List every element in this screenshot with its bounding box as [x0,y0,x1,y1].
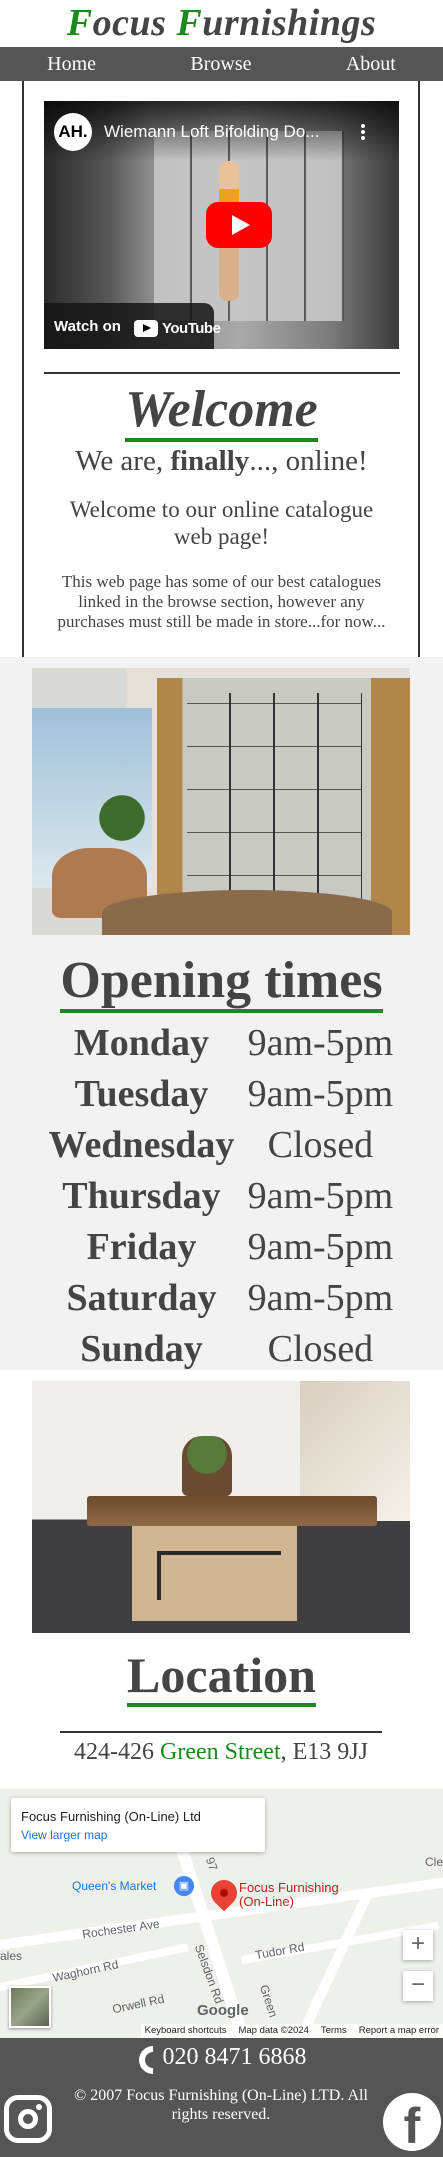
facebook-icon[interactable]: f [383,2093,441,2151]
location-heading: Location [0,1645,443,1707]
table-row: Saturday 9am-5pm [43,1273,401,1324]
footer: 020 8471 6868 © 2007 Focus Furnishing (O… [0,2038,443,2157]
table-row: Friday 9am-5pm [43,1222,401,1273]
day-cell: Saturday [66,1277,217,1319]
map-data-label: Map data ©2024 [238,2025,309,2036]
map-pin-label-line: (On-Line) [239,1894,294,1909]
table-row: Tuesday 9am-5pm [43,1069,401,1120]
map-street-label: Rochester Ave [81,1916,161,1942]
google-map[interactable]: Focus Furnishing (On-Line) Ltd View larg… [0,1789,443,2038]
map-place-card: Focus Furnishing (On-Line) Ltd View larg… [11,1798,265,1852]
address: 424-426 Green Street, E13 9JJ [60,1731,382,1769]
divider [44,372,400,374]
watch-on-label: Watch on [54,318,121,335]
nav-about-link[interactable]: About [346,53,396,76]
time-cell: Closed [267,1124,374,1166]
wardrobe-photo [32,668,410,935]
zoom-out-button[interactable]: − [403,1971,433,2001]
map-street-label: Green [256,1982,281,2020]
table-row: Wednesday Closed [43,1120,401,1171]
keyboard-shortcuts-link[interactable]: Keyboard shortcuts [145,2025,227,2037]
map-pin-label[interactable]: Focus Furnishing (On-Line) [239,1881,339,1909]
table-row: Monday 9am-5pm [43,1018,401,1069]
youtube-brand: YouTube [134,320,221,337]
terms-link[interactable]: Terms [321,2025,347,2037]
youtube-wordmark: YouTube [162,320,221,337]
map-street-label: Tudor Rd [254,1939,306,1963]
welcome-section: Welcome We are, finally..., online! Welc… [24,380,419,632]
map-road [296,1889,374,2038]
table-row: Sunday Closed [43,1324,401,1375]
site-title: Focus Furnishings [0,0,443,46]
video-title[interactable]: Wiemann Loft Bifolding Do... [104,122,374,142]
instagram-icon[interactable] [4,2095,52,2143]
day-cell: Tuesday [74,1073,209,1115]
map-place-name: Focus Furnishing (On-Line) Ltd [21,1809,201,1824]
map-attribution: Keyboard shortcuts Map data ©2024 Terms … [140,2024,443,2038]
map-street-label: Orwell Rd [111,1991,166,2017]
site-title-part: F [176,2,203,44]
google-logo: Google [197,2002,249,2019]
opening-times-table: Monday 9am-5pm Tuesday 9am-5pm Wednesday Cl… [43,1018,401,1375]
shopping-bag-icon[interactable]: ▣ [174,1876,194,1896]
phone-number[interactable]: 020 8471 6868 [0,2044,443,2071]
nav-browse-link[interactable]: Browse [190,53,251,76]
day-cell: Friday [86,1226,197,1268]
phone-icon [137,2044,159,2066]
photo-table-top [87,1496,377,1526]
photo-decor [182,1436,232,1496]
nav-home-link[interactable]: Home [47,53,96,76]
welcome-heading: Welcome [24,380,419,442]
table-photo [32,1381,410,1633]
welcome-tagline: We are, finally..., online! [75,445,368,477]
day-cell: Monday [73,1022,210,1064]
time-cell: Closed [267,1328,374,1370]
view-larger-map-link[interactable]: View larger map [21,1828,255,1842]
opening-times-heading: Opening times [0,950,443,1013]
copyright: © 2007 Focus Furnishing (On-Line) LTD. A… [74,2087,368,2123]
channel-avatar[interactable]: AH. [54,113,92,151]
report-map-error-link[interactable]: Report a map error [359,2025,439,2037]
day-cell: Wednesday [48,1124,235,1166]
photo-table-base [132,1526,297,1621]
welcome-intro: Welcome to our online catalogue web page… [69,497,374,549]
map-poi-label[interactable]: Queen's Market [72,1879,156,1893]
time-cell: 9am-5pm [247,1277,394,1319]
time-cell: 9am-5pm [247,1175,394,1217]
site-title-part: ocus [92,2,177,44]
photo-plant [92,778,152,858]
nav-bar: Home Browse About [0,47,443,81]
youtube-logo-icon [134,320,158,337]
site-title-part: urnishings [202,2,377,44]
day-cell: Sunday [80,1328,203,1370]
zoom-in-button[interactable]: + [403,1930,433,1960]
location-section: Location [0,1645,443,1707]
map-street-label: Waghorn Rd [51,1957,120,1985]
map-street-label: Cle [425,1855,443,1869]
youtube-embed[interactable]: AH. Wiemann Loft Bifolding Do... Watch o… [44,101,399,349]
time-cell: 9am-5pm [247,1226,394,1268]
day-cell: Thursday [62,1175,221,1217]
photo-wardrobe-panels [187,693,362,918]
kebab-menu-icon[interactable] [361,123,365,141]
site-title-part: F [66,2,93,44]
map-pin-label-line: Focus Furnishing [239,1880,339,1895]
photo-rug [102,890,392,935]
play-icon[interactable] [206,202,272,248]
time-cell: 9am-5pm [247,1022,394,1064]
welcome-body: This web page has some of our best catal… [57,572,386,631]
satellite-toggle[interactable] [9,1986,51,2028]
time-cell: 9am-5pm [247,1073,394,1115]
map-street-label: 97 [202,1855,221,1873]
map-street-label: ales [0,1949,23,1963]
table-row: Thursday 9am-5pm [43,1171,401,1222]
opening-times-section: Opening times Monday 9am-5pm Tuesday 9am-5… [0,950,443,1375]
